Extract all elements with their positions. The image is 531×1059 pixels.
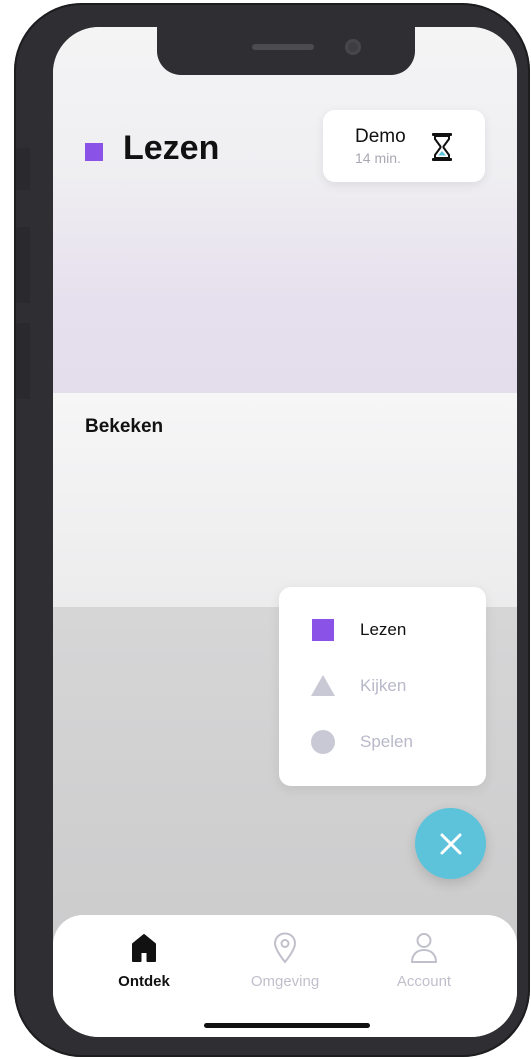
- demo-label: Demo: [355, 126, 406, 147]
- speaker: [252, 44, 314, 50]
- page-title: Lezen: [123, 129, 220, 167]
- demo-time: 14 min.: [355, 150, 401, 166]
- demo-timer-card[interactable]: Demo 14 min.: [323, 110, 485, 182]
- filter-menu: Lezen Kijken Spelen: [279, 587, 486, 786]
- home-icon: [132, 934, 156, 962]
- tab-ontdek[interactable]: Ontdek: [84, 931, 204, 1001]
- category-square-icon: [85, 143, 103, 161]
- tab-label: Omgeving: [250, 973, 320, 990]
- tab-account[interactable]: Account: [364, 931, 484, 1001]
- tab-label: Account: [396, 973, 452, 990]
- bottom-tab-bar: Ontdek Omgeving Account: [53, 915, 517, 1037]
- side-button-mute: [16, 148, 30, 190]
- tab-omgeving[interactable]: Omgeving: [225, 931, 345, 1001]
- triangle-icon: [311, 675, 335, 696]
- home-indicator[interactable]: [204, 1023, 370, 1028]
- notch: [157, 27, 415, 75]
- section-title: Bekeken: [85, 416, 164, 437]
- side-button-volume-up: [16, 227, 30, 303]
- user-icon: [411, 933, 437, 963]
- screen: Lezen Demo 14 min. Bekeken Lezen Kijken: [53, 27, 517, 1037]
- close-menu-button[interactable]: [415, 808, 486, 879]
- tab-label: Ontdek: [118, 973, 170, 990]
- phone-frame: Lezen Demo 14 min. Bekeken Lezen Kijken: [14, 3, 530, 1057]
- square-icon: [312, 619, 334, 641]
- side-button-volume-down: [16, 323, 30, 399]
- filter-item-label: Spelen: [360, 732, 413, 751]
- filter-item-spelen[interactable]: Spelen: [279, 720, 486, 764]
- hourglass-icon: [432, 133, 452, 161]
- filter-item-label: Lezen: [360, 620, 407, 639]
- circle-icon: [311, 730, 335, 754]
- filter-item-label: Kijken: [360, 676, 407, 695]
- hero-background: [53, 27, 517, 393]
- close-icon: [440, 833, 461, 854]
- filter-item-kijken[interactable]: Kijken: [279, 664, 486, 708]
- filter-item-lezen[interactable]: Lezen: [279, 608, 486, 652]
- location-pin-icon: [273, 932, 297, 964]
- camera: [345, 39, 361, 55]
